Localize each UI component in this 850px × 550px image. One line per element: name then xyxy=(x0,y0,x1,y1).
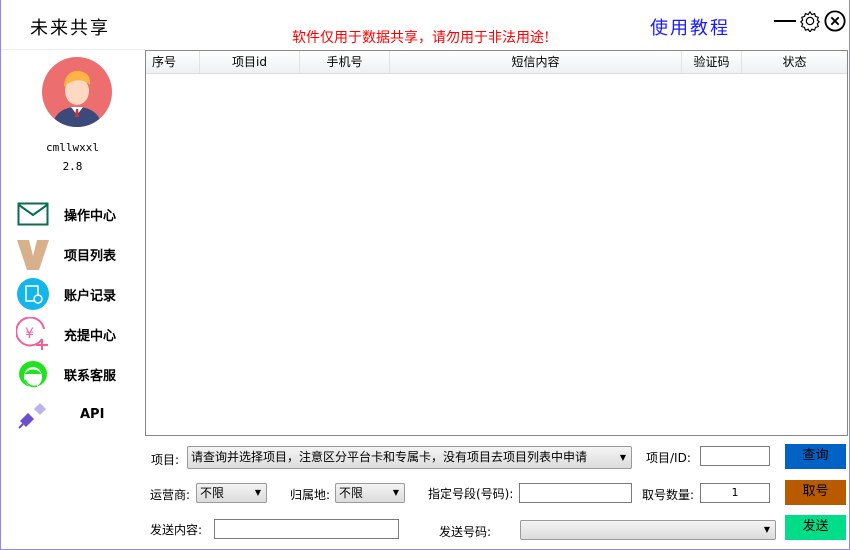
nav-label: 账户记录 xyxy=(64,288,117,304)
nav-api[interactable]: API xyxy=(16,396,141,432)
version: 2.8 xyxy=(62,160,83,173)
segment-label: 指定号段(号码): xyxy=(428,487,514,501)
record-icon xyxy=(16,277,50,311)
table-header: 序号 项目id 手机号 短信内容 验证码 状态 xyxy=(146,51,847,74)
col-index[interactable]: 序号 xyxy=(146,51,200,73)
nav-account-records[interactable]: 账户记录 xyxy=(16,276,141,312)
segment-input[interactable] xyxy=(519,483,632,503)
avatar xyxy=(42,57,112,127)
chevron-down-icon: ▼ xyxy=(763,525,770,534)
nav-label: 操作中心 xyxy=(64,208,117,224)
col-code[interactable]: 验证码 xyxy=(682,51,742,73)
query-button[interactable]: 查询 xyxy=(785,444,846,469)
send-number-label: 发送号码: xyxy=(439,525,492,539)
content-input[interactable] xyxy=(214,519,399,539)
tutorial-link[interactable]: 使用教程 xyxy=(650,14,730,40)
project-select[interactable]: 请查询并选择项目，注意区分平台卡和专属卡，没有项目去项目列表中申请 ▼ xyxy=(187,446,632,469)
region-select-value: 不限 xyxy=(339,486,364,500)
nav-label: API xyxy=(80,406,105,422)
plug-icon xyxy=(16,397,50,431)
warning-text: 软件仅用于数据共享，请勿用于非法用途! xyxy=(292,30,550,46)
sidebar-divider xyxy=(1,49,145,50)
nav-label: 充提中心 xyxy=(64,328,117,344)
chevron-down-icon: ▼ xyxy=(254,488,261,497)
mail-icon xyxy=(16,197,50,231)
close-icon[interactable] xyxy=(824,10,846,32)
col-sms-content[interactable]: 短信内容 xyxy=(390,51,682,73)
chevron-down-icon: ▼ xyxy=(392,488,399,497)
nav-operation-center[interactable]: 操作中心 xyxy=(16,196,141,232)
project-id-input[interactable] xyxy=(700,446,770,466)
content-label: 发送内容: xyxy=(150,523,203,537)
gear-icon[interactable] xyxy=(799,10,821,32)
get-number-button[interactable]: 取号 xyxy=(785,480,846,505)
minimize-button[interactable] xyxy=(774,20,796,22)
send-button[interactable]: 发送 xyxy=(785,515,846,540)
username: cmllwxxl xyxy=(46,141,99,154)
project-label: 项目: xyxy=(151,453,180,467)
project-select-value: 请查询并选择项目，注意区分平台卡和专属卡，没有项目去项目列表中申请 xyxy=(191,450,588,464)
sms-table: 序号 项目id 手机号 短信内容 验证码 状态 xyxy=(145,50,848,436)
app-title: 未来共享 xyxy=(30,18,110,39)
nav-customer-service[interactable]: 联系客服 xyxy=(16,356,141,392)
carrier-label: 运营商: xyxy=(150,488,191,502)
project-id-label: 项目/ID: xyxy=(646,451,691,465)
nav-label: 联系客服 xyxy=(64,368,117,384)
nav-project-list[interactable]: 项目列表 xyxy=(16,236,141,272)
carrier-select-value: 不限 xyxy=(200,486,225,500)
col-phone[interactable]: 手机号 xyxy=(300,51,390,73)
chevron-down-icon: ▼ xyxy=(619,453,626,462)
region-label: 归属地: xyxy=(290,488,331,502)
col-project-id[interactable]: 项目id xyxy=(200,51,300,73)
count-input[interactable]: 1 xyxy=(700,483,770,503)
region-select[interactable]: 不限 ▼ xyxy=(335,483,405,503)
yuan-plus-icon: ¥ xyxy=(16,317,50,351)
nav-recharge-center[interactable]: ¥ 充提中心 xyxy=(16,316,141,352)
count-label: 取号数量: xyxy=(642,488,695,502)
send-number-select[interactable]: ▼ xyxy=(520,520,776,540)
customer-service-icon xyxy=(16,357,50,391)
nav-label: 项目列表 xyxy=(64,248,117,264)
v-icon xyxy=(16,237,50,271)
carrier-select[interactable]: 不限 ▼ xyxy=(196,483,267,503)
col-status[interactable]: 状态 xyxy=(742,51,847,73)
svg-text:¥: ¥ xyxy=(25,326,34,342)
